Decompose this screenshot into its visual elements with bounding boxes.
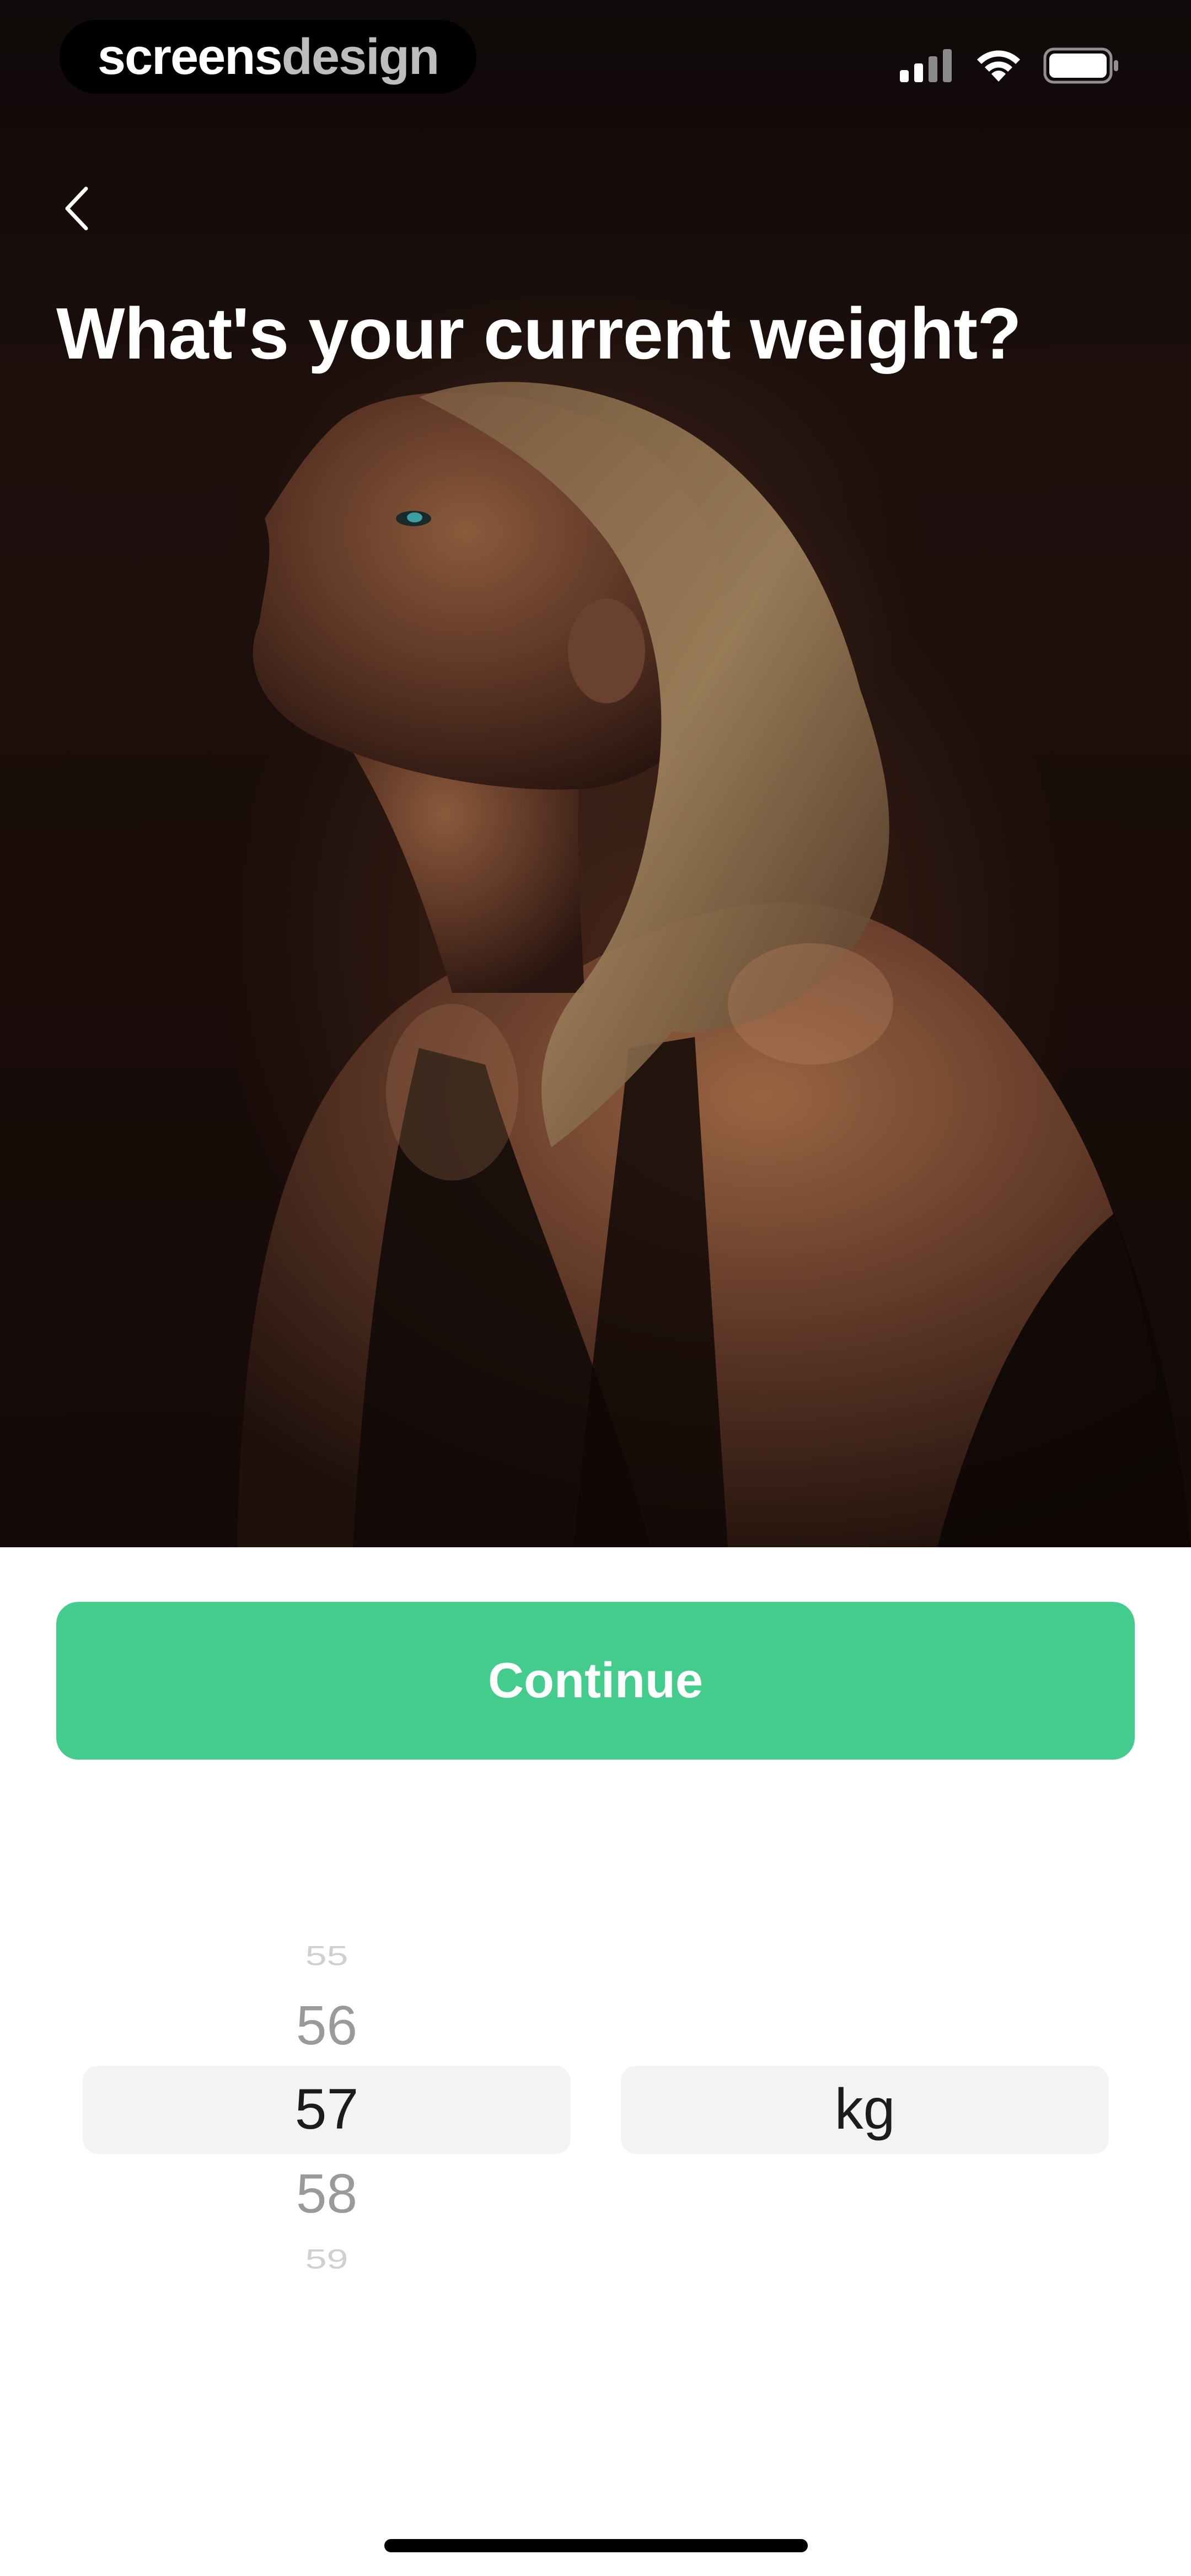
unit-picker-wheel[interactable]: kg: [621, 1920, 1109, 2295]
cellular-signal-icon: [900, 49, 954, 85]
chevron-left-icon: [61, 185, 94, 234]
weight-option[interactable]: 56: [83, 1994, 571, 2057]
brand-text-screens: screens: [97, 28, 283, 85]
status-icons: [900, 47, 1119, 87]
wifi-icon: [975, 49, 1022, 85]
onboarding-weight-screen: screens design What's your current weigh…: [0, 0, 1191, 2576]
page-title: What's your current weight?: [56, 293, 1022, 374]
weight-option-selected[interactable]: 57: [83, 2077, 571, 2142]
weight-option[interactable]: 59: [83, 2243, 571, 2275]
continue-button[interactable]: Continue: [56, 1602, 1135, 1760]
weight-option[interactable]: 55: [83, 1939, 571, 1971]
athlete-illustration: [237, 382, 1191, 1547]
athlete-photo: [0, 0, 1191, 1547]
battery-icon: [1043, 47, 1119, 87]
weight-picker-wheel[interactable]: 55 56 57 58 59: [83, 1920, 571, 2295]
brand-text-design: design: [281, 28, 439, 85]
weight-option[interactable]: 58: [83, 2162, 571, 2226]
home-indicator: [384, 2539, 808, 2552]
back-button[interactable]: [50, 182, 105, 237]
brand-watermark: screens design: [60, 20, 476, 94]
unit-option-selected[interactable]: kg: [621, 2077, 1109, 2142]
